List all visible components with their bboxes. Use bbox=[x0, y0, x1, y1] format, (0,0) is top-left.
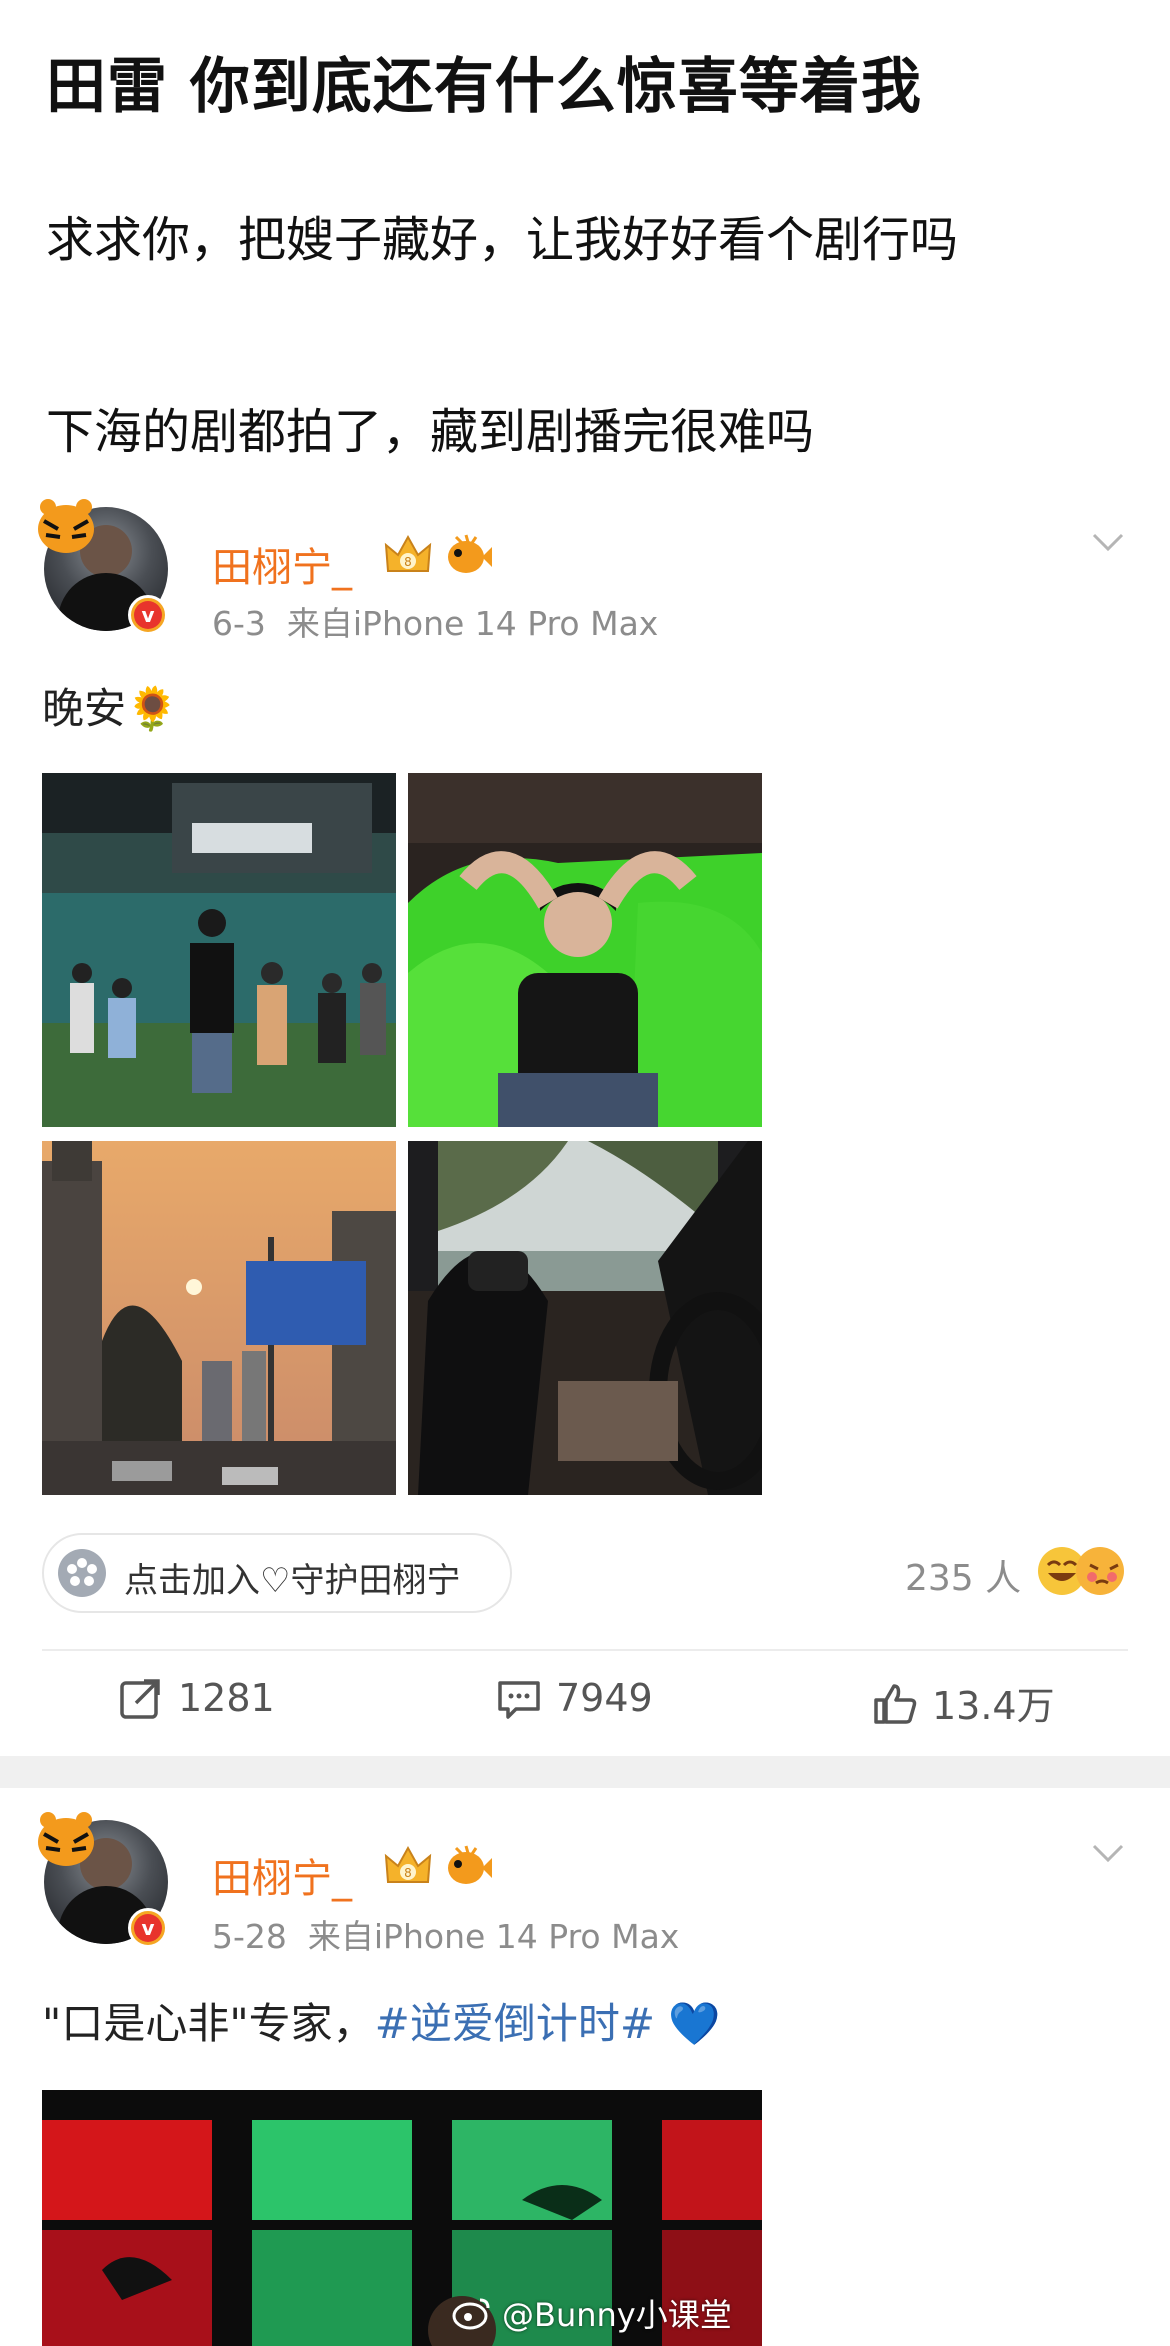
chevron-down-icon[interactable] bbox=[1090, 1834, 1126, 1870]
comment-icon bbox=[498, 1681, 540, 1719]
user-badges: 8 bbox=[382, 531, 492, 579]
svg-text:8: 8 bbox=[404, 1866, 412, 1880]
post-source: 来自iPhone 14 Pro Max bbox=[286, 604, 659, 643]
post-text: 晚安🌻 bbox=[42, 684, 179, 733]
post-text-plain: "口是心非"专家， bbox=[42, 1999, 375, 2048]
crown-badge-icon: 8 bbox=[384, 1845, 432, 1883]
watermark-text: @Bunny小课堂 bbox=[502, 2296, 732, 2334]
username[interactable]: 田栩宁_ bbox=[212, 1846, 352, 1904]
post-date: 6-3 bbox=[212, 604, 266, 643]
username[interactable]: 田栩宁_ bbox=[212, 535, 352, 593]
post-image-concert[interactable] bbox=[42, 773, 396, 1127]
fish-badge-icon bbox=[448, 1845, 492, 1884]
post-separator bbox=[0, 1756, 1170, 1788]
divider bbox=[42, 1649, 1128, 1651]
post-meta: 6-3 来自iPhone 14 Pro Max bbox=[212, 597, 658, 645]
topic-hashtag-link[interactable]: #逆爱倒计时# bbox=[375, 1999, 655, 2048]
verified-badge-icon: v bbox=[128, 595, 168, 635]
like-count: 13.4万 bbox=[932, 1684, 1055, 1728]
comment-button[interactable]: 7949 bbox=[496, 1675, 653, 1721]
join-fan-group-button[interactable]: 点击加入♡守护田栩宁 bbox=[42, 1533, 512, 1613]
headline-line-1: 求求你，把嫂子藏好，让我好好看个剧行吗 bbox=[46, 212, 959, 268]
post-meta: 5-28 来自iPhone 14 Pro Max bbox=[212, 1910, 679, 1958]
post-source: 来自iPhone 14 Pro Max bbox=[307, 1917, 680, 1956]
post-date: 5-28 bbox=[212, 1917, 287, 1956]
headline-line-2: 下海的剧都拍了，藏到剧播完很难吗 bbox=[46, 404, 815, 460]
headline-block: 田雷 你到底还有什么惊喜等着我 求求你，把嫂子藏好，让我好好看个剧行吗 下海的剧… bbox=[0, 0, 1170, 495]
emoji-stack-icon bbox=[1038, 1547, 1124, 1595]
post-text: "口是心非"专家，#逆爱倒计时# 💙 bbox=[42, 1990, 721, 2051]
fish-badge-icon bbox=[448, 534, 492, 573]
avatar[interactable]: v bbox=[36, 499, 172, 635]
tiger-hat-icon bbox=[38, 499, 94, 553]
avatar[interactable]: v bbox=[36, 1812, 172, 1948]
user-badges: 8 bbox=[382, 1842, 492, 1890]
watermark: @Bunny小课堂 bbox=[452, 2290, 732, 2336]
like-button[interactable]: 13.4万 bbox=[872, 1675, 1055, 1730]
headline-title: 田雷 你到底还有什么惊喜等着我 bbox=[46, 52, 922, 122]
supporter-count: 235 人 bbox=[905, 1558, 1022, 1599]
repost-count: 1281 bbox=[178, 1676, 275, 1720]
thumbs-up-icon bbox=[874, 1683, 917, 1724]
weibo-logo-icon bbox=[452, 2298, 490, 2330]
repost-button[interactable]: 1281 bbox=[118, 1675, 275, 1721]
crown-badge-icon: 8 bbox=[384, 534, 432, 572]
post-image-sunset[interactable] bbox=[42, 1141, 396, 1495]
verified-badge-icon: v bbox=[128, 1908, 168, 1948]
join-label: 点击加入♡守护田栩宁 bbox=[124, 1561, 461, 1601]
flower-icon bbox=[58, 1549, 106, 1597]
repost-icon bbox=[120, 1679, 160, 1719]
post-image-car[interactable] bbox=[408, 1141, 762, 1495]
weibo-post: v 田栩宁_ 8 6-3 来自iPhone 14 Pro Max 晚安🌻 点击加… bbox=[0, 495, 1170, 1750]
tiger-hat-icon bbox=[38, 1812, 94, 1866]
post-image-beanbag[interactable] bbox=[408, 773, 762, 1127]
comment-count: 7949 bbox=[556, 1676, 653, 1720]
weibo-post: v 田栩宁_ 8 5-28 来自iPhone 14 Pro Max "口是心非"… bbox=[0, 1790, 1170, 2346]
chevron-down-icon[interactable] bbox=[1090, 523, 1126, 559]
svg-text:8: 8 bbox=[404, 555, 412, 569]
blue-heart-emoji: 💙 bbox=[668, 1999, 721, 2048]
